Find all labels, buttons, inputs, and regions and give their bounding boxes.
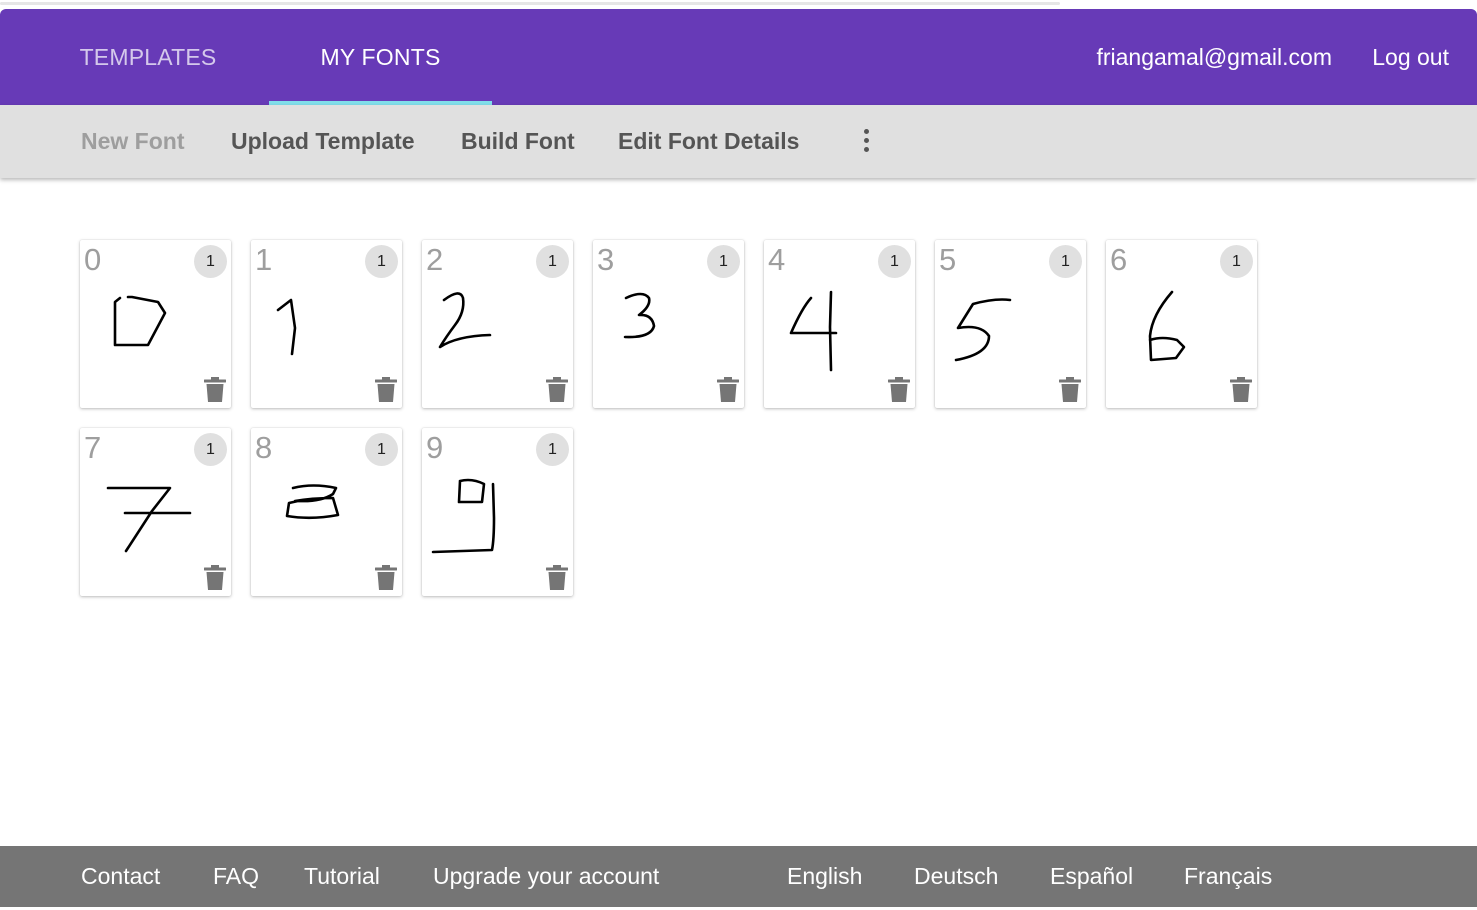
footer-faq-link[interactable]: FAQ [213,846,259,907]
trash-icon[interactable] [204,377,226,403]
trash-icon[interactable] [1059,377,1081,403]
glyph-stroke [623,292,656,339]
glyph-card[interactable]: 81 [251,428,402,596]
trash-icon[interactable] [375,565,397,591]
glyph-card[interactable]: 51 [935,240,1086,408]
trash-icon[interactable] [888,377,910,403]
glyph-stroke [828,290,833,372]
footer: Contact FAQ Tutorial Upgrade your accoun… [0,846,1477,907]
glyph-card[interactable]: 11 [251,240,402,408]
app-bar: TEMPLATES MY FONTS friangamal@gmail.com … [0,9,1477,105]
glyph-card[interactable]: 41 [764,240,915,408]
glyph-stroke [285,484,340,520]
trash-icon[interactable] [1230,377,1252,403]
glyph-card[interactable]: 01 [80,240,231,408]
language-francais-link[interactable]: Français [1184,846,1272,907]
glyph-card[interactable]: 71 [80,428,231,596]
logout-button[interactable]: Log out [1372,9,1449,105]
edit-font-details-button[interactable]: Edit Font Details [618,105,799,178]
more-vert-icon[interactable] [852,125,880,155]
new-font-button[interactable]: New Font [81,105,185,178]
tab-my-fonts[interactable]: MY FONTS [269,9,492,105]
trash-icon[interactable] [546,565,568,591]
glyph-stroke [954,298,1012,362]
footer-contact-link[interactable]: Contact [81,846,160,907]
glyph-card[interactable]: 91 [422,428,573,596]
glyph-stroke [431,482,496,554]
tab-templates[interactable]: TEMPLATES [40,9,256,105]
glyph-card[interactable]: 21 [422,240,573,408]
language-deutsch-link[interactable]: Deutsch [914,846,998,907]
glyph-card[interactable]: 61 [1106,240,1257,408]
trash-icon[interactable] [717,377,739,403]
glyph-stroke [113,295,167,347]
language-espanol-link[interactable]: Español [1050,846,1133,907]
glyph-card[interactable]: 31 [593,240,744,408]
footer-tutorial-link[interactable]: Tutorial [304,846,380,907]
font-toolbar: New Font Upload Template Build Font Edit… [0,105,1477,178]
scroll-indicator [0,2,1060,5]
trash-icon[interactable] [375,377,397,403]
glyph-stroke [1148,290,1186,362]
glyph-stroke [276,298,297,356]
upload-template-button[interactable]: Upload Template [231,105,415,178]
browser-top-strip [0,0,1477,9]
language-english-link[interactable]: English [787,846,862,907]
trash-icon[interactable] [546,377,568,403]
glyph-stroke [438,292,492,349]
tab-my-fonts-label: MY FONTS [320,43,441,70]
build-font-button[interactable]: Build Font [461,105,575,178]
footer-upgrade-link[interactable]: Upgrade your account [433,846,659,907]
glyph-stroke [106,486,172,553]
glyph-stroke [457,478,486,504]
user-email: friangamal@gmail.com [1096,43,1332,70]
trash-icon[interactable] [204,565,226,591]
